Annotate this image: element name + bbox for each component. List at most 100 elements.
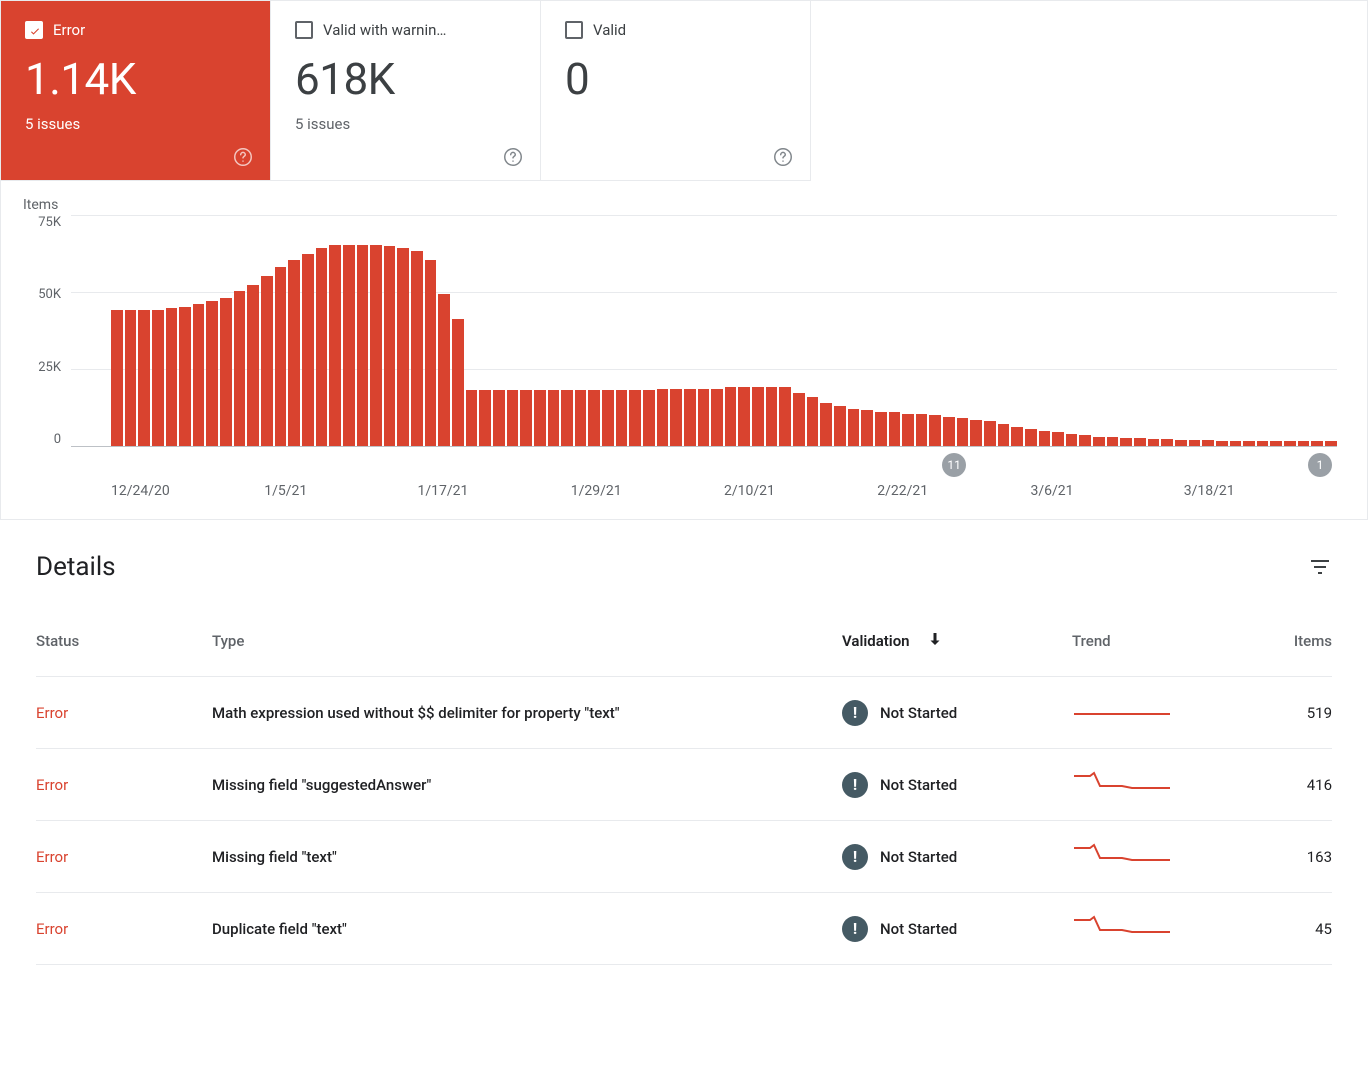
chart-bar[interactable] (357, 245, 369, 446)
chart-bar[interactable] (698, 389, 710, 446)
chart-bar[interactable] (1052, 432, 1064, 446)
chart-bar[interactable] (520, 390, 532, 446)
chart-bar[interactable] (1148, 439, 1160, 446)
table-row[interactable]: ErrorMissing field "suggestedAnswer"!Not… (36, 749, 1332, 821)
chart-bar[interactable] (834, 406, 846, 446)
chart-bar[interactable] (738, 387, 750, 446)
chart-bar[interactable] (1066, 434, 1078, 446)
chart-bar[interactable] (657, 389, 669, 446)
chart-bar[interactable] (493, 390, 505, 446)
col-header-type[interactable]: Type (212, 632, 842, 650)
chart-marker[interactable]: 1 (1308, 453, 1332, 477)
chart-bar[interactable] (111, 310, 123, 446)
help-icon[interactable] (772, 146, 794, 168)
chart-bar[interactable] (957, 418, 969, 446)
chart-bar[interactable] (643, 390, 655, 446)
chart-bar[interactable] (752, 387, 764, 446)
chart-bar[interactable] (684, 389, 696, 446)
chart-bar[interactable] (1175, 440, 1187, 446)
chart-bar[interactable] (411, 251, 423, 446)
chart-bar[interactable] (452, 319, 464, 446)
chart-bar[interactable] (329, 245, 341, 446)
chart-bar[interactable] (1230, 441, 1242, 446)
chart-bar[interactable] (234, 291, 246, 446)
status-card-valid-warnings[interactable]: Valid with warnin… 618K 5 issues (271, 1, 541, 181)
col-header-items[interactable]: Items (1232, 632, 1332, 650)
chart-bar[interactable] (125, 310, 137, 446)
chart-bar[interactable] (1079, 435, 1091, 446)
chart-bar[interactable] (588, 390, 600, 446)
chart-bar[interactable] (1134, 438, 1146, 446)
chart-bar[interactable] (561, 390, 573, 446)
chart-bar[interactable] (575, 390, 587, 446)
chart-bar[interactable] (343, 245, 355, 446)
chart-bar[interactable] (916, 414, 928, 446)
chart-bar[interactable] (1107, 437, 1119, 446)
chart-bar[interactable] (288, 260, 300, 446)
chart-bar[interactable] (889, 412, 901, 446)
chart-bar[interactable] (220, 298, 232, 446)
chart-bar[interactable] (766, 387, 778, 446)
chart-bar[interactable] (179, 307, 191, 446)
chart-bar[interactable] (206, 301, 218, 446)
chart-bar[interactable] (998, 424, 1010, 446)
help-icon[interactable] (502, 146, 524, 168)
status-card-error[interactable]: Error 1.14K 5 issues (1, 1, 271, 181)
chart-bar[interactable] (384, 246, 396, 446)
chart-bar[interactable] (1161, 439, 1173, 446)
chart-bar[interactable] (1120, 438, 1132, 446)
chart-bar[interactable] (1025, 429, 1037, 446)
chart-bar[interactable] (1011, 427, 1023, 446)
chart-bar[interactable] (616, 390, 628, 446)
chart-bar[interactable] (1216, 441, 1228, 446)
chart-bar[interactable] (807, 397, 819, 446)
chart-bar[interactable] (534, 390, 546, 446)
chart-bar[interactable] (425, 260, 437, 446)
chart-bar[interactable] (943, 417, 955, 446)
chart-bar[interactable] (602, 390, 614, 446)
help-icon[interactable] (232, 146, 254, 168)
table-row[interactable]: ErrorDuplicate field "text"!Not Started4… (36, 893, 1332, 965)
chart-bar[interactable] (1298, 441, 1310, 446)
chart-bar[interactable] (779, 387, 791, 446)
chart-bar[interactable] (548, 390, 560, 446)
chart-bar[interactable] (466, 390, 478, 446)
chart-bar[interactable] (166, 308, 178, 446)
chart-bar[interactable] (1093, 437, 1105, 446)
chart-bar[interactable] (1039, 431, 1051, 446)
chart-bar[interactable] (370, 245, 382, 446)
chart-bar[interactable] (848, 409, 860, 446)
chart-bar[interactable] (970, 420, 982, 446)
chart-bar[interactable] (1202, 440, 1214, 446)
chart-bar[interactable] (1243, 441, 1255, 446)
chart-bar[interactable] (1325, 441, 1337, 446)
col-header-validation[interactable]: Validation (842, 630, 1072, 652)
col-header-status[interactable]: Status (36, 632, 212, 650)
chart-bar[interactable] (1311, 441, 1323, 446)
chart-plot[interactable]: 111 (71, 215, 1337, 447)
chart-bar[interactable] (984, 421, 996, 446)
chart-marker[interactable]: 11 (942, 453, 966, 477)
chart-bar[interactable] (479, 390, 491, 446)
chart-bar[interactable] (438, 294, 450, 446)
chart-bar[interactable] (1284, 441, 1296, 446)
chart-bar[interactable] (875, 412, 887, 446)
chart-bar[interactable] (138, 310, 150, 446)
chart-bar[interactable] (902, 414, 914, 446)
chart-bar[interactable] (670, 389, 682, 446)
chart-bar[interactable] (316, 248, 328, 446)
status-card-valid[interactable]: Valid 0 (541, 1, 811, 181)
chart-bar[interactable] (820, 403, 832, 446)
chart-bar[interactable] (152, 310, 164, 446)
chart-bar[interactable] (1270, 441, 1282, 446)
chart-bar[interactable] (1189, 440, 1201, 446)
chart-bar[interactable] (861, 410, 873, 446)
filter-icon[interactable] (1308, 555, 1332, 579)
chart-bar[interactable] (507, 390, 519, 446)
chart-bar[interactable] (302, 254, 314, 446)
chart-bar[interactable] (397, 248, 409, 446)
chart-bar[interactable] (711, 389, 723, 446)
chart-bar[interactable] (929, 415, 941, 446)
chart-bar[interactable] (725, 387, 737, 446)
chart-bar[interactable] (193, 304, 205, 446)
